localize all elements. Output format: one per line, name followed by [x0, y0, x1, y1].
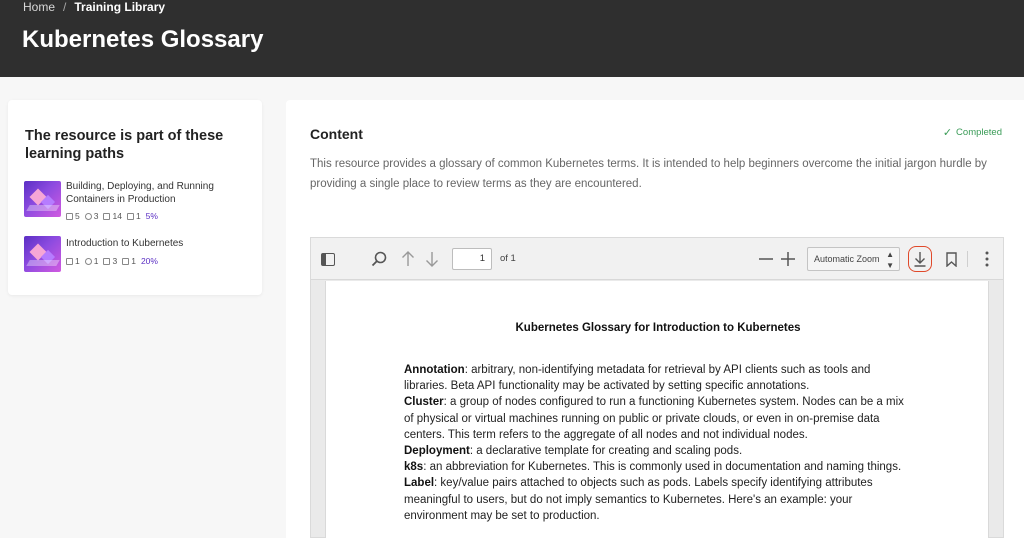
resources-icon — [122, 257, 130, 265]
plus-icon — [781, 252, 795, 266]
more-tools-button[interactable] — [979, 248, 995, 270]
page-title: Kubernetes Glossary — [22, 26, 264, 53]
courses-icon — [66, 257, 73, 265]
minus-icon — [759, 258, 773, 260]
learning-path-stats: 1 1 3 1 20% — [66, 256, 158, 266]
courses-icon — [66, 212, 73, 220]
breadcrumb-home-link[interactable]: Home — [23, 0, 55, 14]
page-number-input[interactable]: 1 — [452, 248, 492, 270]
pdf-viewer[interactable]: 1 of 1 Automatic Zoom ▲ ▼ Kubernetes Glo… — [310, 237, 1004, 538]
arrow-down-icon — [426, 252, 438, 267]
learning-path-thumbnail — [24, 181, 61, 217]
toolbar-divider — [967, 251, 968, 267]
content-card: Content ✓ Completed This resource provid… — [286, 100, 1024, 538]
pdf-toolbar: 1 of 1 Automatic Zoom ▲ ▼ — [311, 238, 1003, 280]
select-arrows-icon: ▲ ▼ — [886, 250, 894, 270]
completed-status: ✓ Completed — [943, 126, 1002, 139]
zoom-out-button[interactable] — [757, 248, 775, 270]
glossary-entry: k8s: an abbreviation for Kubernetes. Thi… — [404, 461, 902, 474]
page-header: Home / Training Library Kubernetes Gloss… — [0, 0, 1024, 77]
arrow-up-icon — [402, 251, 414, 266]
check-icon: ✓ — [942, 127, 953, 139]
zoom-select-value: Automatic Zoom — [814, 254, 880, 264]
learning-paths-card: The resource is part of these learning p… — [8, 100, 262, 295]
labs-icon — [84, 212, 92, 220]
learning-path-title[interactable]: Building, Deploying, and Running Contain… — [66, 181, 252, 206]
completed-status-label: Completed — [956, 127, 1002, 138]
lessons-icon — [103, 212, 111, 220]
download-button[interactable] — [908, 246, 932, 272]
document-title: Kubernetes Glossary for Introduction to … — [515, 322, 801, 334]
breadcrumb-training-library-link[interactable]: Training Library — [74, 0, 165, 14]
learning-path-progress: 5% — [145, 211, 158, 221]
learning-paths-heading: The resource is part of these learning p… — [25, 128, 224, 162]
search-icon — [371, 251, 387, 267]
learning-path-title[interactable]: Introduction to Kubernetes — [66, 238, 252, 251]
resource-description: This resource provides a glossary of com… — [310, 158, 987, 190]
labs-icon — [84, 257, 92, 265]
breadcrumb: Home / Training Library — [23, 0, 165, 14]
glossary-entry: Cluster: a group of nodes configured to … — [404, 396, 904, 441]
breadcrumb-separator: / — [63, 0, 67, 14]
zoom-select[interactable]: Automatic Zoom ▲ ▼ — [807, 247, 900, 271]
glossary-entry: Annotation: arbitrary, non-identifying m… — [404, 364, 871, 393]
vertical-dots-icon — [985, 251, 989, 267]
toggle-sidebar-button[interactable] — [317, 248, 339, 270]
find-button[interactable] — [368, 248, 390, 270]
next-page-button[interactable] — [422, 248, 442, 270]
sidebar-toggle-icon — [321, 252, 335, 266]
learning-path-progress: 20% — [140, 256, 158, 266]
download-icon — [914, 252, 926, 267]
bookmark-icon — [945, 251, 957, 267]
glossary-body: Annotation: arbitrary, non-identifying m… — [404, 362, 904, 524]
learning-path-stats: 5 3 14 1 5% — [66, 211, 158, 221]
learning-path-thumbnail — [24, 236, 61, 272]
pdf-page: Kubernetes Glossary for Introduction to … — [325, 281, 989, 538]
content-heading: Content — [310, 126, 363, 142]
zoom-in-button[interactable] — [779, 248, 797, 270]
glossary-entry: Deployment: a declarative template for c… — [404, 445, 743, 458]
lessons-icon — [103, 257, 111, 265]
bookmark-button[interactable] — [941, 248, 961, 270]
page-count-label: of 1 — [500, 253, 516, 264]
resources-icon — [126, 212, 134, 220]
glossary-entry: Label: key/value pairs attached to objec… — [404, 477, 873, 522]
previous-page-button[interactable] — [398, 248, 418, 270]
